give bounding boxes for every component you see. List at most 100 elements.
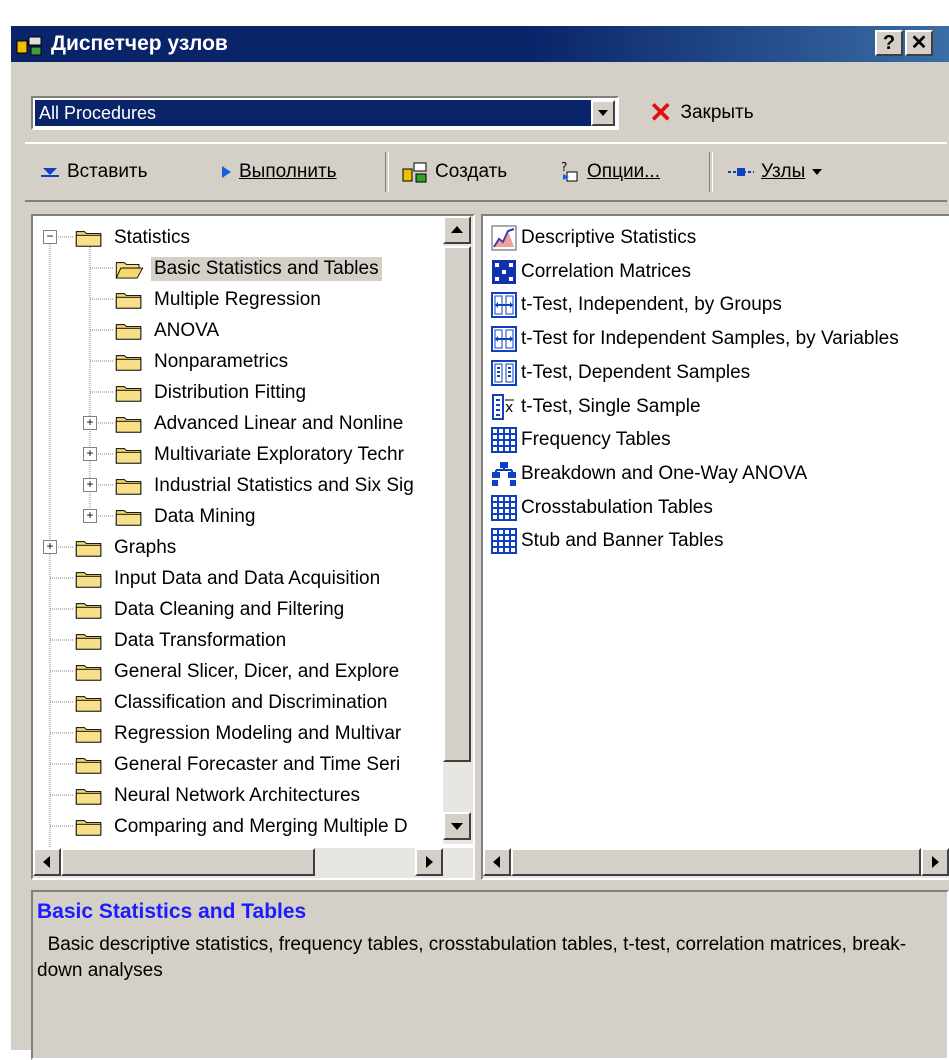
tree-vertical-scrollbar[interactable] — [443, 216, 473, 844]
folder-icon — [115, 447, 142, 464]
nodes-menu-button[interactable]: Узлы — [727, 158, 823, 186]
expand-icon[interactable]: + — [83, 416, 97, 430]
procedure-item[interactable]: Stub and Banner Tables — [491, 525, 723, 557]
tree-item[interactable]: Advanced Linear and Nonline — [113, 408, 406, 439]
ttest-variables-icon — [491, 326, 517, 353]
tree-item[interactable]: Basic Statistics and Tables — [113, 253, 382, 284]
help-button[interactable]: ? — [875, 30, 903, 56]
dropdown-arrow-button[interactable] — [591, 100, 615, 126]
procedure-item[interactable]: t-Test, Dependent Samples — [491, 357, 750, 389]
node-manager-window: Диспетчер узлов ? ✕ All Procedures ✕ Зак… — [11, 26, 949, 1060]
svg-text:?: ? — [561, 160, 567, 174]
tree-item[interactable]: Industrial Statistics and Six Sig — [113, 470, 417, 501]
tree-item-label: ANOVA — [154, 319, 220, 341]
folder-icon — [75, 230, 102, 247]
window-close-button[interactable]: ✕ — [905, 30, 933, 56]
tree-item[interactable]: Distribution Fitting — [113, 377, 309, 408]
scroll-down-button[interactable] — [443, 812, 471, 840]
expand-icon[interactable]: + — [83, 447, 97, 461]
folder-icon — [115, 354, 142, 371]
procedure-item-label: Descriptive Statistics — [521, 227, 697, 248]
folder-icon — [75, 664, 102, 681]
close-button[interactable]: ✕ Закрыть — [649, 96, 754, 130]
tree-item-label: General Slicer, Dicer, and Explore — [114, 660, 400, 682]
folder-icon — [75, 788, 102, 805]
scroll-right-button[interactable] — [921, 848, 949, 876]
title-bar[interactable]: Диспетчер узлов ? ✕ — [11, 26, 949, 62]
tree-item[interactable]: Data Cleaning and Filtering — [73, 594, 347, 625]
folder-icon — [75, 819, 102, 836]
folder-icon — [115, 416, 142, 433]
folder-icon — [75, 540, 102, 557]
procedure-item[interactable]: x t-Test, Single Sample — [491, 391, 701, 423]
tree-item[interactable]: Multivariate Exploratory Techr — [113, 439, 407, 470]
options-icon: ? — [561, 160, 578, 182]
procedure-item[interactable]: Correlation Matrices — [491, 256, 691, 288]
close-x-icon: ✕ — [649, 97, 673, 128]
tree-item-label: General Forecaster and Time Seri — [114, 753, 401, 775]
scroll-left-button[interactable] — [33, 848, 61, 876]
procedure-item-label: t-Test, Single Sample — [521, 395, 701, 417]
procedures-list: Descriptive Statistics Correlation Matric… — [481, 214, 949, 880]
tree-item[interactable]: Multiple Regression — [113, 284, 324, 315]
procedure-item[interactable]: Crosstabulation Tables — [491, 492, 713, 524]
tree-item[interactable]: Data Mining — [113, 501, 258, 532]
tree-item-label: Data Mining — [154, 505, 256, 527]
list-hscroll-thumb[interactable] — [511, 848, 921, 876]
tree-item-label: Multivariate Exploratory Techr — [154, 443, 404, 465]
arrow-down-icon — [451, 823, 463, 830]
scroll-left-button[interactable] — [483, 848, 511, 876]
procedure-item-label: t-Test for Independent Samples, by Varia… — [521, 328, 899, 350]
expand-icon[interactable]: + — [43, 540, 57, 554]
folder-icon — [75, 633, 102, 650]
tree-item[interactable]: Nonparametrics — [113, 346, 291, 377]
arrow-left-icon — [43, 856, 50, 868]
procedure-item[interactable]: Descriptive Statistics — [491, 222, 696, 254]
nodes-menu-label: Узлы — [761, 161, 806, 182]
tree-item-label: Input Data and Data Acquisition — [114, 567, 381, 589]
tree-horizontal-scrollbar[interactable] — [33, 848, 473, 878]
scroll-right-button[interactable] — [415, 848, 443, 876]
tree-item[interactable]: ANOVA — [113, 315, 222, 346]
tree-item-label: Statistics — [114, 226, 191, 248]
description-body: Basic descriptive statistics, frequency … — [37, 934, 907, 981]
expand-icon[interactable]: + — [83, 478, 97, 492]
arrow-right-icon — [932, 856, 939, 868]
nodes-icon — [728, 168, 754, 176]
procedure-item[interactable]: Breakdown and One-Way ANOVA — [491, 458, 807, 490]
insert-arrow-icon — [41, 168, 59, 177]
options-button[interactable]: ? Опции... — [559, 158, 660, 186]
tree-item[interactable]: Statistics — [73, 222, 193, 253]
create-node-icon — [402, 162, 427, 183]
ttest-dependent-icon — [491, 359, 517, 386]
scroll-up-button[interactable] — [443, 216, 471, 244]
tree-hscroll-thumb[interactable] — [61, 848, 315, 876]
tree-item[interactable]: Input Data and Data Acquisition — [73, 563, 383, 594]
tree-item[interactable]: Graphs — [73, 532, 179, 563]
procedure-item[interactable]: t-Test, Independent, by Groups — [491, 289, 782, 321]
list-horizontal-scrollbar[interactable] — [483, 848, 949, 878]
expand-icon[interactable]: + — [83, 509, 97, 523]
run-button[interactable]: Выполнить — [219, 158, 337, 186]
tree-item[interactable]: Classification and Discrimination — [73, 687, 391, 718]
procedures-dropdown[interactable]: All Procedures — [31, 96, 619, 130]
folder-icon — [75, 695, 102, 712]
create-button[interactable]: Создать — [401, 158, 507, 186]
tree-item[interactable]: Regression Modeling and Multivar — [73, 718, 404, 749]
tree-item[interactable]: Comparing and Merging Multiple D — [73, 811, 411, 842]
insert-button[interactable]: Вставить — [39, 158, 148, 186]
tree-item[interactable]: General Forecaster and Time Seri — [73, 749, 403, 780]
tree-item[interactable]: Data Transformation — [73, 625, 289, 656]
tree-item-label: Data Transformation — [114, 629, 287, 651]
collapse-icon[interactable]: − — [43, 230, 57, 244]
tree-item[interactable]: Neural Network Architectures — [73, 780, 363, 811]
tree-item[interactable]: General Slicer, Dicer, and Explore — [73, 656, 402, 687]
tree-item-label: Regression Modeling and Multivar — [114, 722, 402, 744]
procedure-item-label: t-Test, Dependent Samples — [521, 361, 751, 383]
category-tree: Statistics − Basic Statistics and Tables Mu… — [31, 214, 475, 880]
procedure-item[interactable]: Frequency Tables — [491, 424, 671, 456]
procedure-item[interactable]: t-Test for Independent Samples, by Varia… — [491, 323, 899, 355]
tree-item-label: Neural Network Architectures — [114, 784, 361, 806]
tree-scroll-thumb[interactable] — [443, 246, 471, 762]
tree-item-label: Distribution Fitting — [154, 381, 307, 403]
